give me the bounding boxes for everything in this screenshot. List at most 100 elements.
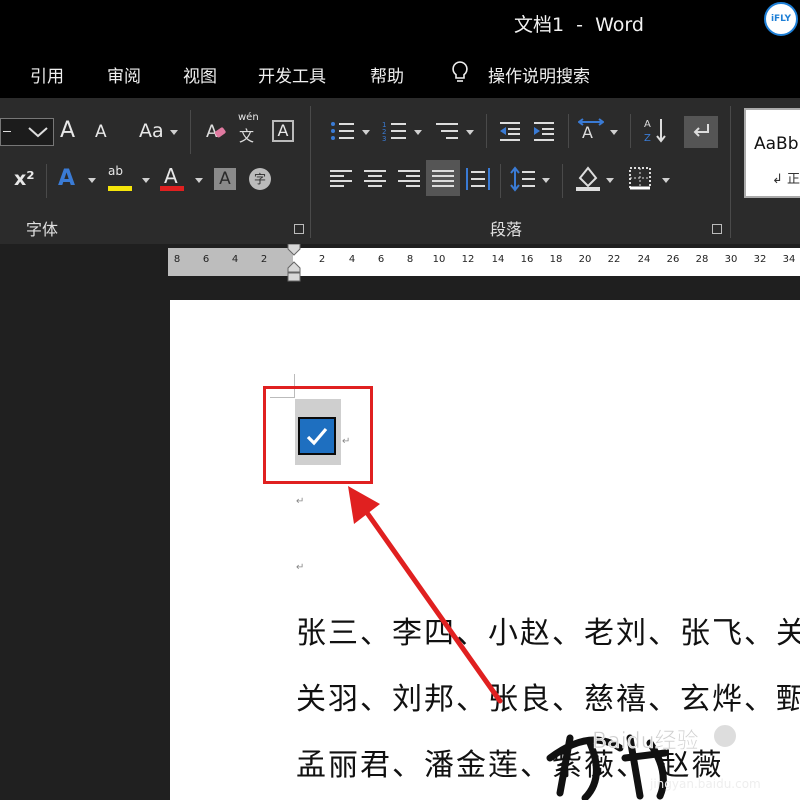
style-normal-card[interactable]: AaBb ↲ 正 (744, 108, 800, 198)
ruler-tick: 22 (607, 254, 621, 265)
ruler-tick: 12 (461, 254, 475, 265)
line-spacing-dropdown-icon[interactable] (542, 178, 550, 183)
svg-text:A: A (582, 123, 593, 142)
text-effects-dropdown-icon[interactable] (88, 178, 96, 183)
decrease-indent-icon[interactable] (498, 120, 522, 146)
character-border-icon[interactable]: A (272, 120, 294, 142)
ruler-tick: 8 (173, 254, 181, 265)
ribbon: A A Aa A wén 文 A x² A ab A A 字 字体 123 A (0, 98, 800, 244)
watermark-text: Baidu经验 (592, 729, 699, 754)
tab-help[interactable]: 帮助 (370, 62, 404, 87)
highlight-icon[interactable]: ab (108, 164, 123, 178)
highlight-dropdown-icon[interactable] (142, 178, 150, 183)
grow-font-icon[interactable]: A (60, 118, 75, 143)
separator (630, 114, 631, 148)
ruler-tick: 24 (637, 254, 651, 265)
enclose-characters-icon[interactable]: 字 (249, 168, 271, 190)
ruler-tick: 28 (695, 254, 709, 265)
justify-button[interactable] (426, 160, 460, 196)
ruler-margin-area (168, 248, 293, 276)
ruler-tick: 2 (260, 254, 268, 265)
font-dialog-launcher-icon[interactable] (294, 224, 304, 234)
ruler-tick: 14 (491, 254, 505, 265)
separator (190, 110, 191, 154)
ruler-tick: 26 (666, 254, 680, 265)
chinese-layout-dropdown-icon[interactable] (610, 130, 618, 135)
separator (500, 164, 501, 198)
borders-icon[interactable] (628, 166, 652, 194)
font-size-dash (3, 131, 11, 132)
line-spacing-icon[interactable] (510, 166, 536, 196)
align-right-icon[interactable] (398, 170, 420, 190)
lightbulb-icon[interactable] (450, 60, 470, 90)
ruler-tick: 6 (202, 254, 210, 265)
font-color-dropdown-icon[interactable] (195, 178, 203, 183)
ifly-badge-icon[interactable]: iFLY (764, 2, 798, 36)
annotation-arrow-icon (348, 486, 503, 704)
group-separator (730, 106, 731, 238)
text-effects-icon[interactable]: A (58, 166, 75, 191)
separator (46, 164, 47, 198)
paragraph-mark: ↵ (296, 496, 305, 507)
sort-icon[interactable]: AZ (644, 116, 668, 148)
ribbon-tab-bar: 引用 审阅 视图 开发工具 帮助 操作说明搜索 (0, 48, 800, 98)
ruler-tick: 16 (520, 254, 534, 265)
numbering-dropdown-icon[interactable] (414, 130, 422, 135)
tab-references[interactable]: 引用 (30, 62, 64, 87)
shading-icon[interactable] (574, 164, 602, 196)
svg-text:A: A (644, 119, 651, 130)
show-formatting-marks-button[interactable] (684, 116, 718, 148)
bullets-icon[interactable] (330, 120, 356, 146)
document-title: 文档1 - Word (514, 14, 644, 36)
tab-view[interactable]: 视图 (183, 62, 217, 87)
ruler-tick: 4 (231, 254, 239, 265)
paragraph-dialog-launcher-icon[interactable] (712, 224, 722, 234)
increase-indent-icon[interactable] (532, 120, 556, 146)
tab-developer[interactable]: 开发工具 (258, 62, 326, 87)
ruler-tick: 18 (549, 254, 563, 265)
numbering-icon[interactable]: 123 (382, 120, 408, 146)
ruler-tick: 2 (318, 254, 326, 265)
change-case-dropdown-icon[interactable] (170, 130, 178, 135)
align-center-icon[interactable] (364, 170, 386, 190)
multilevel-dropdown-icon[interactable] (466, 130, 474, 135)
separator (568, 114, 569, 148)
font-size-box[interactable] (0, 118, 54, 146)
distributed-icon[interactable] (466, 166, 490, 196)
ruler-tick: 30 (724, 254, 738, 265)
svg-text:Z: Z (644, 133, 651, 144)
ruler-tick: 8 (406, 254, 414, 265)
separator (486, 114, 487, 148)
separator (562, 164, 563, 198)
shading-dropdown-icon[interactable] (606, 178, 614, 183)
change-case-icon[interactable]: Aa (139, 120, 164, 142)
font-color-swatch (160, 186, 184, 191)
highlight-color-swatch (108, 186, 132, 191)
align-left-icon[interactable] (330, 170, 352, 190)
clear-formatting-icon[interactable]: A (204, 120, 228, 146)
ruler-tick: 34 (782, 254, 796, 265)
ruler-tick: 32 (753, 254, 767, 265)
horizontal-ruler[interactable]: 8 6 4 2 2 4 6 8 10 12 14 16 18 20 22 24 … (168, 248, 800, 276)
paragraph-group-label: 段落 (490, 220, 523, 239)
tab-review[interactable]: 审阅 (107, 62, 141, 87)
superscript-icon[interactable]: x² (14, 168, 35, 190)
multilevel-list-icon[interactable] (434, 120, 460, 146)
chinese-layout-icon[interactable]: A (577, 118, 605, 146)
character-shading-icon[interactable]: A (214, 168, 236, 190)
bullets-dropdown-icon[interactable] (362, 130, 370, 135)
ruler-tick: 4 (348, 254, 356, 265)
borders-dropdown-icon[interactable] (662, 178, 670, 183)
annotation-highlight-box (263, 386, 373, 484)
chevron-down-icon[interactable] (27, 125, 49, 139)
phonetic-guide-top[interactable]: wén (238, 112, 259, 123)
font-color-icon[interactable]: A (164, 164, 178, 188)
tell-me-search[interactable]: 操作说明搜索 (488, 62, 590, 87)
ruler-tick: 6 (377, 254, 385, 265)
shrink-font-icon[interactable]: A (95, 122, 107, 142)
phonetic-guide-icon[interactable]: 文 (239, 125, 254, 146)
indent-marker-icon[interactable] (286, 244, 302, 282)
paragraph-mark: ↵ (296, 562, 305, 573)
justify-icon (432, 170, 454, 190)
style-name: ↲ 正 (772, 172, 800, 187)
